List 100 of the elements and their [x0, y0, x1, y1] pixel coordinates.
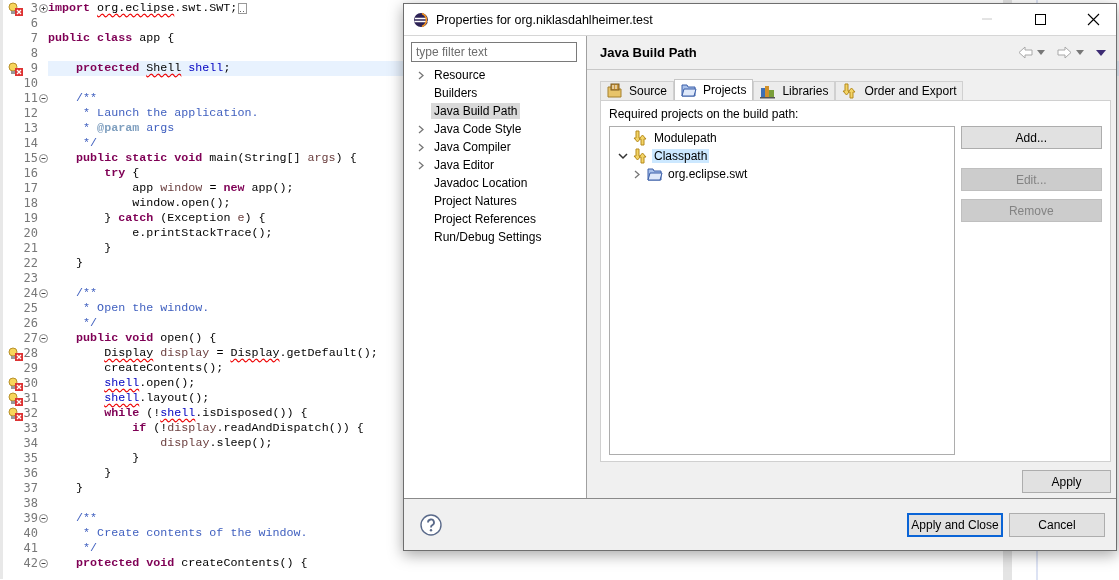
apply-button[interactable]: Apply [1022, 470, 1111, 493]
tree-item[interactable]: Project Natures [431, 193, 520, 209]
chevron-right-icon[interactable] [417, 124, 425, 134]
code-line: protected void createContents() { [76, 556, 308, 571]
line-number: 23 [23, 271, 38, 286]
tree-item[interactable]: Builders [431, 85, 481, 101]
app-logo-icon [413, 11, 429, 28]
code-line: shell.open(); [104, 376, 196, 391]
tab[interactable]: Source [600, 81, 675, 100]
code-line: try { [104, 166, 140, 181]
code-line: display.sleep(); [160, 436, 273, 451]
code-line: } [132, 451, 140, 466]
tree-item[interactable]: Project References [431, 211, 540, 227]
line-number: 35 [23, 451, 38, 466]
code-line: if (!display.readAndDispatch()) { [132, 421, 364, 436]
dropdown-caret-icon[interactable] [1076, 50, 1084, 55]
tree-item[interactable]: Java Compiler [431, 139, 514, 155]
folder-icon [681, 82, 698, 98]
dropdown-caret-icon[interactable] [1037, 50, 1045, 55]
code-line: */ [83, 316, 98, 331]
line-number: 3 [29, 1, 38, 16]
line-number: 14 [23, 136, 38, 151]
code-line: protected Shell shell; [76, 61, 231, 76]
line-number: 6 [29, 16, 38, 31]
line-number: 17 [23, 181, 38, 196]
tree-item[interactable]: Java Editor [431, 157, 498, 173]
code-line: } [104, 241, 112, 256]
up-down-arrows-icon [633, 148, 649, 164]
line-number: 20 [23, 226, 38, 241]
line-number: 27 [23, 331, 38, 346]
code-line: shell.layout(); [104, 391, 210, 406]
tree-item[interactable]: Modulepath [652, 131, 719, 145]
line-number: 33 [23, 421, 38, 436]
section-label: Required projects on the build path: [609, 107, 800, 121]
line-number: 38 [23, 496, 38, 511]
collapse-icon[interactable] [38, 559, 48, 568]
tree-item[interactable]: Java Build Path [431, 103, 521, 119]
code-line: e.printStackTrace(); [132, 226, 273, 241]
chevron-right-icon[interactable] [633, 169, 641, 179]
up-down-arrows-icon [842, 83, 859, 99]
view-menu-icon[interactable] [1096, 49, 1106, 56]
collapse-icon[interactable] [38, 334, 48, 343]
code-line: * Create contents of the window. [83, 526, 308, 541]
line-number: 29 [23, 361, 38, 376]
code-line: } [104, 466, 112, 481]
line-number: 8 [29, 46, 38, 61]
line-number: 40 [23, 526, 38, 541]
dialog-button[interactable]: Cancel [1009, 512, 1105, 537]
code-line: */ [83, 541, 98, 556]
tab[interactable]: Projects [674, 79, 754, 100]
tree-item[interactable]: Run/Debug Settings [431, 229, 545, 245]
close-icon[interactable] [1086, 13, 1100, 26]
line-number: 25 [23, 301, 38, 316]
line-number: 34 [23, 436, 38, 451]
code-line: app window = new app(); [132, 181, 294, 196]
tree-item[interactable]: Resource [431, 67, 489, 83]
chevron-right-icon[interactable] [417, 70, 425, 80]
line-number: 16 [23, 166, 38, 181]
tab[interactable]: Libraries [753, 81, 836, 100]
side-button[interactable]: Add... [960, 126, 1102, 149]
code-line: * @param args [83, 121, 175, 136]
chevron-right-icon[interactable] [417, 160, 425, 170]
code-line: * Open the window. [83, 301, 210, 316]
tree-item[interactable]: Java Code Style [431, 121, 525, 137]
line-number: 42 [23, 556, 38, 571]
line-number: 19 [23, 211, 38, 226]
window-title: Properties for org.niklasdahlheimer.test [436, 12, 654, 27]
expand-icon[interactable] [38, 4, 48, 13]
line-number: 18 [23, 196, 38, 211]
collapse-icon[interactable] [38, 514, 48, 523]
dialog-button[interactable]: Apply and Close [907, 512, 1003, 537]
tree-item[interactable]: Javadoc Location [431, 175, 531, 191]
tree-item[interactable]: Classpath [652, 149, 710, 163]
tree-item[interactable]: org.eclipse.swt [666, 167, 750, 181]
help-icon[interactable] [420, 513, 442, 536]
code-line: } catch (Exception e) { [104, 211, 266, 226]
line-number: 9 [29, 61, 38, 76]
line-number: 37 [23, 481, 38, 496]
line-number: 12 [23, 106, 38, 121]
code-line: while (!shell.isDisposed()) { [104, 406, 308, 421]
chevron-down-icon[interactable] [618, 152, 628, 160]
line-number: 10 [23, 76, 38, 91]
line-number: 28 [23, 346, 38, 361]
code-line: Display display = Display.getDefault(); [104, 346, 378, 361]
up-down-arrows-icon [633, 130, 649, 146]
collapse-icon[interactable] [38, 154, 48, 163]
tab[interactable]: Order and Export [835, 81, 964, 100]
maximize-icon[interactable] [1033, 13, 1047, 26]
line-number: 13 [23, 121, 38, 136]
line-number: 31 [23, 391, 38, 406]
collapse-icon[interactable] [38, 289, 48, 298]
chevron-right-icon[interactable] [417, 142, 425, 152]
project-tree[interactable]: Modulepath Classpath org.eclipse.swt [609, 126, 955, 455]
code-line: /** [76, 511, 98, 526]
filter-field[interactable]: type filter text [411, 42, 577, 62]
code-line: } [76, 256, 84, 271]
collapse-icon[interactable] [38, 94, 48, 103]
line-number: 30 [23, 376, 38, 391]
source-folder-icon [607, 83, 623, 99]
code-line: createContents(); [104, 361, 224, 376]
